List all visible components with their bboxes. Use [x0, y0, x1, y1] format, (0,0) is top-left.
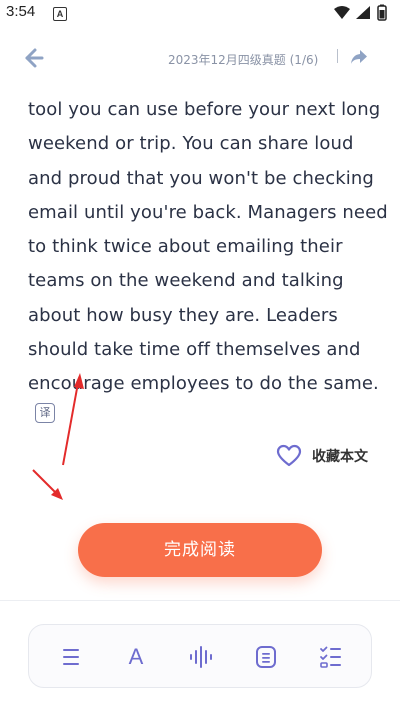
nav-divider [337, 49, 338, 63]
top-nav: 2023年12月四级真题 (1/6) [0, 44, 400, 74]
article-line: email until you're back. Managers need [28, 201, 388, 223]
article-text: tool you can use before your next long w… [28, 93, 388, 402]
article-line: and proud that you won't be checking [28, 167, 374, 189]
audio-waveform-icon[interactable] [187, 643, 215, 671]
checklist-icon[interactable] [317, 643, 345, 671]
share-icon[interactable] [349, 47, 369, 67]
heart-icon [276, 443, 302, 469]
article-line: to think twice about emailing their [28, 236, 343, 258]
notification-icon: A [53, 7, 67, 21]
wifi-icon [334, 6, 350, 19]
divider [0, 600, 400, 601]
signal-icon [356, 6, 370, 19]
article-line: tool you can use before your next long [28, 99, 381, 120]
font-icon[interactable]: A [122, 643, 150, 671]
bottom-toolbar: A [28, 624, 372, 688]
favorite-label: 收藏本文 [312, 449, 368, 465]
back-arrow-icon[interactable] [22, 46, 46, 70]
finish-reading-button[interactable]: 完成阅读 [78, 523, 322, 577]
article-line: weekend or trip. You can share loud [28, 133, 354, 155]
menu-icon[interactable] [57, 643, 85, 671]
document-icon[interactable] [252, 643, 280, 671]
annotation-arrow-diagonal [32, 469, 63, 500]
status-icons [332, 4, 392, 26]
article-line: encourage employees to do the same. [28, 373, 379, 395]
page-title: 2023年12月四级真题 (1/6) [168, 53, 319, 67]
article-line: about how busy they are. Leaders [28, 304, 338, 326]
battery-icon [377, 4, 387, 21]
article-line: should take time off themselves and [28, 339, 361, 361]
status-time: 3:54 [6, 3, 36, 20]
status-bar: 3:54 A [0, 0, 400, 28]
translate-button[interactable]: 译 [35, 403, 55, 423]
article-line: teams on the weekend and talking [28, 270, 344, 292]
